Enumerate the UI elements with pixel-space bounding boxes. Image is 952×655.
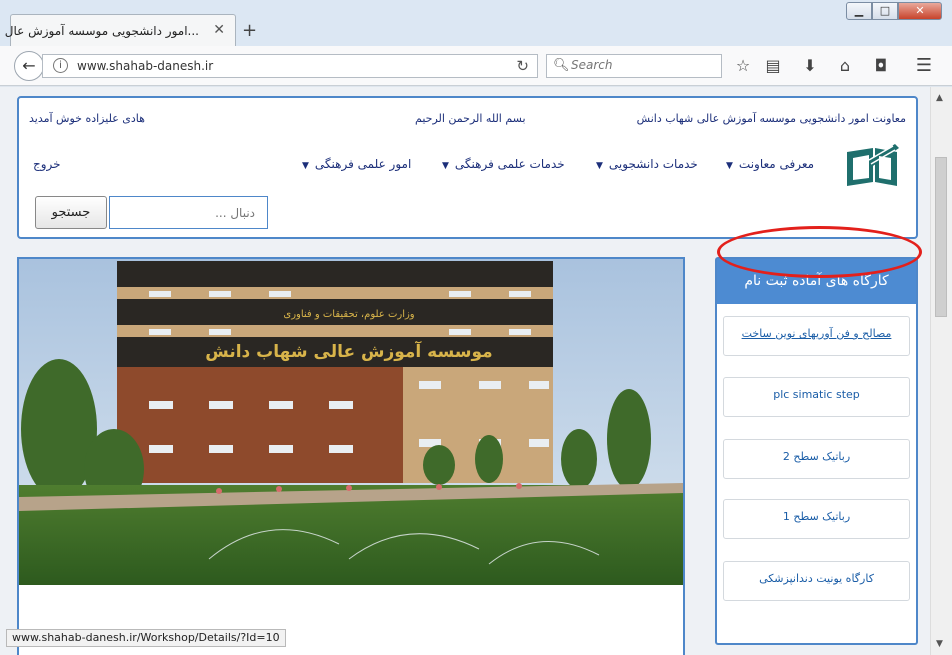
browser-titlebar: ...امور دانشجویی موسسه آموزش عال ✕ + ▁ □…	[0, 0, 952, 46]
home-icon[interactable]: ⌂	[834, 55, 856, 77]
reload-icon[interactable]: ↻	[516, 57, 529, 75]
tab-title: ...امور دانشجویی موسسه آموزش عال	[4, 24, 199, 38]
window-maximize-button[interactable]: □	[872, 2, 898, 20]
scrollbar-thumb[interactable]	[935, 157, 947, 317]
welcome-text: هادی علیزاده خوش آمدید	[29, 112, 145, 125]
bismillah-text: بسم الله الرحمن الرحیم	[415, 112, 526, 125]
site-logo	[847, 144, 899, 186]
pocket-icon[interactable]: ◘	[870, 55, 892, 77]
bookmark-star-icon[interactable]: ☆	[732, 55, 754, 77]
caret-down-icon: ▼	[726, 161, 733, 171]
campus-photo-panel: موسسه آموزش عالی شهاب دانش وزارت علوم، ت…	[17, 257, 685, 655]
workshop-card[interactable]: کارگاه یونیت دندانپزشکی	[723, 561, 910, 601]
browser-search-input[interactable]	[571, 58, 717, 72]
back-arrow-icon: ←	[22, 56, 36, 75]
site-search-input[interactable]	[109, 196, 268, 229]
workshop-card[interactable]: مصالح و فن آوریهای نوین ساخت	[723, 316, 910, 356]
site-info-icon[interactable]: i	[53, 58, 68, 73]
status-bar-url: www.shahab-danesh.ir/Workshop/Details/?I…	[6, 629, 286, 647]
caret-down-icon: ▼	[302, 161, 309, 171]
window-close-button[interactable]: ✕	[898, 2, 942, 20]
page-viewport: معاونت امور دانشجویی موسسه آموزش عالی شه…	[0, 87, 930, 655]
new-tab-button[interactable]: +	[242, 20, 257, 41]
menu-item-label: امور علمی فرهنگی	[314, 157, 412, 171]
address-bar[interactable]: i www.shahab-danesh.ir ↻	[42, 54, 538, 78]
downloads-icon[interactable]: ⬇	[799, 55, 821, 77]
window-minimize-button[interactable]: ▁	[846, 2, 872, 20]
menu-item-label: خدمات دانشجویی	[608, 157, 698, 171]
url-text[interactable]: www.shahab-danesh.ir	[77, 59, 213, 73]
scroll-up-icon[interactable]: ▲	[936, 93, 943, 103]
caret-down-icon: ▼	[596, 161, 603, 171]
menu-item-cultural-services[interactable]: خدمات علمی فرهنگی ▼	[442, 157, 565, 171]
browser-navbar: ← i www.shahab-danesh.ir ↻ 🔍︎ ☆ ▤ ⬇ ⌂ ◘ …	[0, 46, 952, 86]
ministry-sign: وزارت علوم، تحقیقات و فناوری	[283, 309, 414, 320]
menu-item-label: خدمات علمی فرهنگی	[454, 157, 565, 171]
browser-search-bar[interactable]: 🔍︎	[546, 54, 722, 78]
workshop-card[interactable]: plc simatic step	[723, 377, 910, 417]
back-button[interactable]: ←	[14, 51, 44, 81]
menu-item-cultural-affairs[interactable]: امور علمی فرهنگی ▼	[302, 157, 411, 171]
workshop-card[interactable]: رباتیک سطح 2	[723, 439, 910, 479]
tab-close-icon[interactable]: ✕	[213, 22, 225, 38]
site-header: معاونت امور دانشجویی موسسه آموزش عالی شه…	[17, 96, 918, 239]
logout-link[interactable]: خروج	[33, 157, 61, 171]
menu-item-student-services[interactable]: خدمات دانشجویی ▼	[596, 157, 698, 171]
building-sign: موسسه آموزش عالی شهاب دانش	[205, 340, 492, 362]
page-scrollbar[interactable]: ▲ ▼	[930, 87, 952, 655]
menu-item-about[interactable]: معرفی معاونت ▼	[726, 157, 814, 171]
workshop-card[interactable]: رباتیک سطح 1	[723, 499, 910, 539]
hamburger-menu-icon[interactable]: ☰	[913, 55, 935, 77]
campus-building-photo: موسسه آموزش عالی شهاب دانش وزارت علوم، ت…	[19, 259, 683, 585]
workshops-panel-title: کارگاه های آماده ثبت نام	[717, 259, 916, 304]
browser-tab[interactable]: ...امور دانشجویی موسسه آموزش عال ✕	[5, 14, 236, 46]
workshops-panel: کارگاه های آماده ثبت نام مصالح و فن آوری…	[715, 257, 918, 645]
scroll-down-icon[interactable]: ▼	[936, 639, 943, 649]
menu-item-label: معرفی معاونت	[738, 157, 815, 171]
org-title: معاونت امور دانشجویی موسسه آموزش عالی شه…	[636, 112, 906, 125]
site-search-button[interactable]: جستجو	[35, 196, 107, 229]
caret-down-icon: ▼	[442, 161, 449, 171]
search-icon: 🔍︎	[553, 58, 570, 73]
bookmarks-list-icon[interactable]: ▤	[762, 55, 784, 77]
